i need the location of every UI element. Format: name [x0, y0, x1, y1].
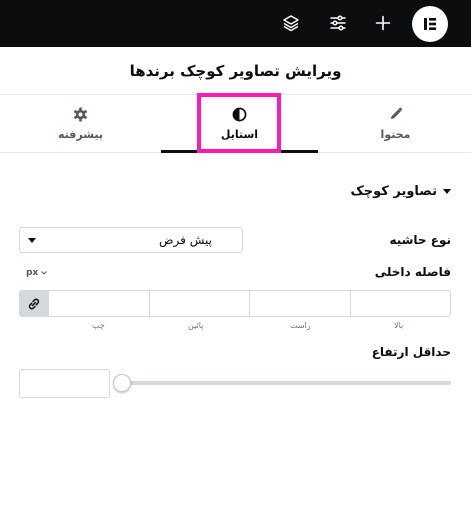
border-type-select[interactable]: پیش فرض [19, 227, 243, 253]
half-circle-icon [161, 107, 318, 122]
layers-icon[interactable] [279, 11, 303, 35]
tab-content-label: محتوا [380, 128, 411, 141]
gear-icon [2, 107, 159, 122]
link-icon[interactable] [20, 291, 48, 316]
chevron-down-icon [28, 238, 36, 243]
chevron-down-icon [41, 271, 48, 275]
top-bar [0, 0, 471, 47]
border-type-value: پیش فرض [159, 233, 212, 247]
unit-label: px [26, 268, 39, 278]
min-height-slider-track[interactable] [122, 381, 451, 385]
unit-selector[interactable]: px [26, 268, 48, 278]
tab-style-label: استایل [220, 128, 259, 141]
min-height-input[interactable] [19, 369, 110, 398]
elementor-logo[interactable] [412, 6, 448, 42]
padding-bottom-label: پائین [188, 321, 204, 330]
section-title: تصاویر کوچک [350, 183, 437, 199]
tab-advanced-label: پیشرفته [57, 128, 104, 141]
min-height-label: حداقل ارتفاع [371, 345, 451, 359]
panel-title: ویرایش تصاویر کوچک برندها [0, 47, 471, 95]
plus-icon[interactable] [371, 11, 395, 35]
caret-down-icon [443, 184, 451, 199]
min-height-slider-handle[interactable] [113, 374, 131, 392]
padding-inputs [19, 290, 451, 317]
tab-advanced[interactable]: پیشرفته [2, 95, 159, 153]
tab-bar: محتوا استایل پیشرفته [0, 95, 471, 153]
padding-right-label: راست [290, 321, 311, 330]
padding-left-input[interactable] [48, 291, 149, 316]
padding-left-label: چپ [92, 321, 105, 330]
border-type-label: نوع حاشیه [389, 233, 451, 247]
section-thumbnails[interactable]: تصاویر کوچک [350, 180, 451, 202]
tab-style[interactable]: استایل [161, 95, 318, 153]
pencil-icon [317, 107, 471, 121]
padding-right-input[interactable] [249, 291, 350, 316]
sliders-icon[interactable] [326, 11, 350, 35]
padding-label: فاصله داخلی [374, 265, 451, 279]
padding-bottom-input[interactable] [148, 291, 250, 316]
padding-top-label: بالا [394, 321, 404, 330]
padding-top-input[interactable] [349, 291, 451, 316]
tab-content[interactable]: محتوا [317, 95, 471, 153]
